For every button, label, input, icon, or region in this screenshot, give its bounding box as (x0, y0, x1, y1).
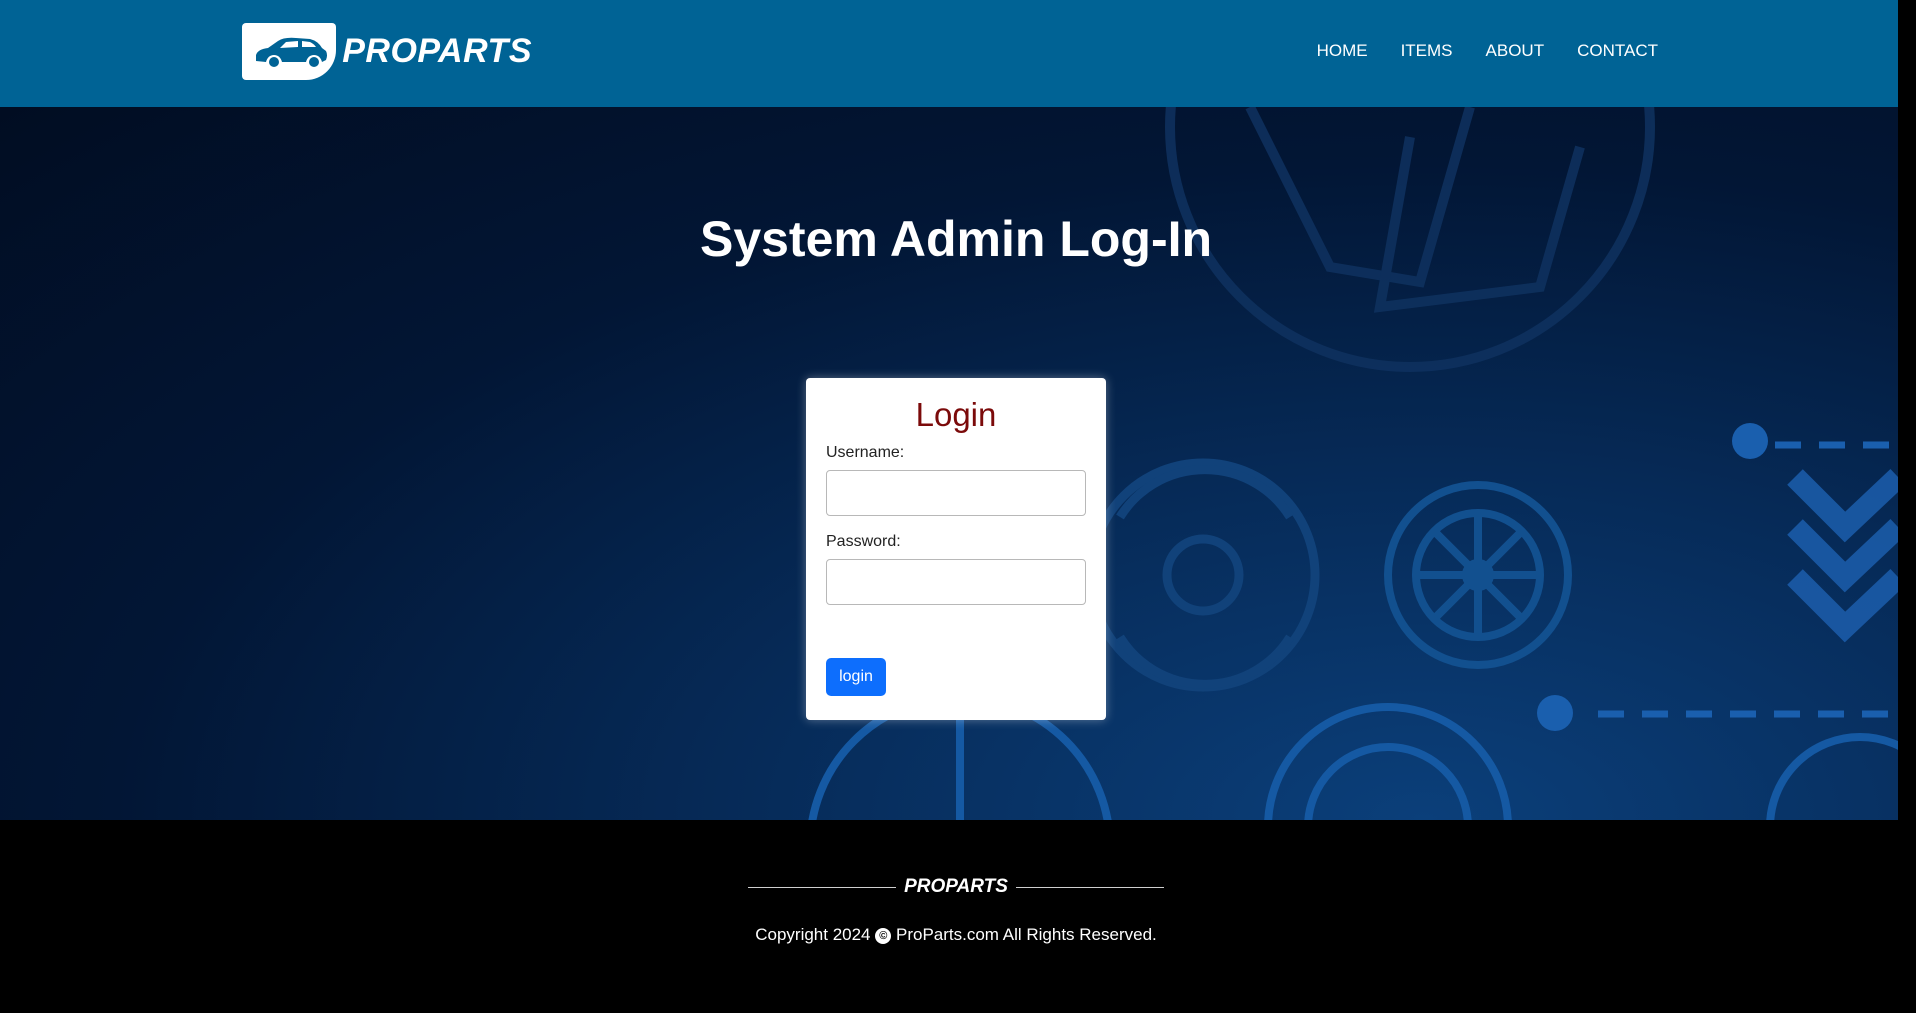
nav-home[interactable]: HOME (1317, 41, 1368, 61)
footer-divider (748, 886, 897, 888)
main-nav: HOME ITEMS ABOUT CONTACT (1317, 41, 1658, 61)
copyright-prefix: Copyright 2024 (755, 925, 871, 944)
footer-brand: PROPARTS (748, 875, 1165, 899)
username-input[interactable] (826, 470, 1086, 516)
copyright-text: Copyright 2024 © ProParts.com All Rights… (0, 925, 1898, 945)
car-logo-icon (242, 22, 337, 80)
page-title: System Admin Log-In (699, 211, 1213, 267)
nav-about[interactable]: ABOUT (1486, 41, 1545, 61)
copyright-suffix: ProParts.com All Rights Reserved. (896, 925, 1157, 944)
footer-logo[interactable]: PROPARTS (904, 876, 1008, 898)
page: PROPARTS HOME ITEMS ABOUT CONTACT System… (0, 0, 1898, 1013)
copyright-icon: © (875, 928, 892, 944)
password-input[interactable] (826, 559, 1086, 605)
username-label: Username: (826, 444, 905, 461)
footer-divider (1015, 886, 1165, 888)
brand-name: PROPARTS (342, 31, 532, 70)
page-scrollbar[interactable] (1898, 0, 1916, 1013)
brand-logo[interactable]: PROPARTS (242, 22, 532, 80)
login-button[interactable]: login (826, 658, 886, 696)
login-title: Login (915, 396, 997, 433)
hero-section: System Admin Log-In Login Username: Pass… (0, 107, 1898, 820)
nav-contact[interactable]: CONTACT (1577, 41, 1658, 61)
site-footer: PROPARTS Copyright 2024 © ProParts.com A… (0, 820, 1898, 1013)
nav-items[interactable]: ITEMS (1401, 41, 1453, 61)
password-label: Password: (826, 533, 901, 550)
login-card: Login Username: Password: login (806, 378, 1106, 720)
site-header: PROPARTS HOME ITEMS ABOUT CONTACT (0, 0, 1898, 107)
